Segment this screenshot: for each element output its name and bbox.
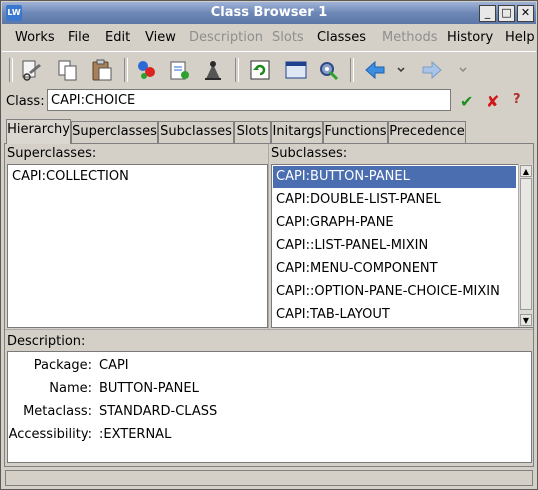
- description-value: BUTTON-PANEL: [99, 381, 199, 396]
- tab-functions[interactable]: Functions: [323, 121, 388, 143]
- forward-menu-icon[interactable]: [457, 58, 469, 82]
- description-key: Name:: [49, 381, 92, 396]
- superclasses-label: Superclasses:: [7, 146, 97, 161]
- tab-slots[interactable]: Slots: [234, 121, 271, 143]
- menu-help[interactable]: Help: [505, 30, 535, 45]
- menu-methods[interactable]: Methods: [382, 30, 438, 45]
- toolbar: [2, 52, 536, 86]
- refresh-icon[interactable]: [248, 58, 272, 82]
- window-title: Class Browser 1: [210, 5, 328, 20]
- toolbar-separator: [235, 58, 239, 82]
- minimize-button[interactable]: _: [479, 5, 496, 22]
- class-browser-window: LW Class Browser 1 _ □ ✕ Works File Edit…: [0, 0, 538, 490]
- subclasses-label: Subclasses:: [271, 146, 348, 161]
- ok-check-icon[interactable]: ✔: [460, 92, 473, 111]
- tab-initargs[interactable]: Initargs: [271, 121, 323, 143]
- list-item-selected[interactable]: CAPI:BUTTON-PANEL: [273, 166, 516, 188]
- list-item[interactable]: CAPI:MENU-COMPONENT: [276, 258, 438, 280]
- subclasses-list[interactable]: CAPI:BUTTON-PANEL CAPI:DOUBLE-LIST-PANEL…: [271, 164, 533, 328]
- inspect-icon[interactable]: [135, 58, 159, 82]
- description-key: Metaclass:: [23, 404, 92, 419]
- menu-works[interactable]: Works: [15, 30, 55, 45]
- maximize-button[interactable]: □: [498, 5, 515, 22]
- cancel-cross-icon[interactable]: ✘: [486, 92, 499, 111]
- scrollbar-thumb[interactable]: [520, 178, 532, 310]
- forward-icon[interactable]: [420, 58, 444, 82]
- menu-description[interactable]: Description: [189, 30, 263, 45]
- menu-history[interactable]: History: [447, 30, 493, 45]
- menu-slots[interactable]: Slots: [272, 30, 304, 45]
- window-icon[interactable]: [284, 58, 308, 82]
- listener-icon[interactable]: [168, 58, 192, 82]
- description-key: Accessibility:: [8, 427, 92, 442]
- scroll-down-icon[interactable]: ▼: [520, 314, 532, 326]
- back-icon[interactable]: [363, 58, 387, 82]
- help-icon[interactable]: ?: [513, 92, 521, 107]
- list-item[interactable]: CAPI:COLLECTION: [12, 166, 129, 188]
- subclasses-scrollbar[interactable]: ▲ ▼: [518, 164, 533, 327]
- class-label: Class:: [6, 94, 45, 109]
- superclasses-list[interactable]: CAPI:COLLECTION: [7, 164, 268, 328]
- status-bar: [5, 470, 533, 486]
- tab-subclasses[interactable]: Subclasses: [158, 121, 234, 143]
- horizontal-splitter[interactable]: [5, 329, 533, 333]
- description-value: CAPI: [99, 358, 129, 373]
- toolbar-grip: [9, 58, 13, 82]
- menu-file[interactable]: File: [68, 30, 90, 45]
- copy-icon[interactable]: [56, 58, 80, 82]
- title-bar[interactable]: LW Class Browser 1 _ □ ✕: [2, 2, 536, 24]
- list-item[interactable]: CAPI:GRAPH-PANE: [276, 212, 394, 234]
- description-pane: Package: CAPI Name: BUTTON-PANEL Metacla…: [7, 351, 532, 463]
- tab-superclasses[interactable]: Superclasses: [71, 121, 158, 143]
- close-button[interactable]: ✕: [517, 5, 534, 22]
- tools-icon[interactable]: [316, 58, 340, 82]
- list-item[interactable]: CAPI::OPTION-PANE-CHOICE-MIXIN: [276, 281, 500, 303]
- paste-icon[interactable]: [90, 58, 114, 82]
- menu-edit[interactable]: Edit: [105, 30, 130, 45]
- tab-hierarchy[interactable]: Hierarchy: [6, 119, 71, 144]
- description-value: STANDARD-CLASS: [99, 404, 218, 419]
- description-label: Description:: [7, 334, 86, 349]
- class-input[interactable]: [47, 89, 451, 111]
- description-key: Package:: [33, 358, 92, 373]
- toolbar-separator: [124, 58, 128, 82]
- list-item[interactable]: CAPI:TAB-LAYOUT: [276, 304, 390, 326]
- list-item[interactable]: CAPI:DOUBLE-LIST-PANEL: [276, 189, 441, 211]
- scroll-up-icon[interactable]: ▲: [520, 165, 532, 177]
- list-item[interactable]: CAPI::LIST-PANEL-MIXIN: [276, 235, 428, 257]
- menu-bar: Works File Edit View Description Slots C…: [2, 26, 536, 50]
- cut-icon[interactable]: [19, 58, 43, 82]
- menu-view[interactable]: View: [145, 30, 176, 45]
- description-value: :EXTERNAL: [99, 427, 172, 442]
- toolbar-separator: [350, 58, 354, 82]
- tab-precedence[interactable]: Precedence: [388, 121, 466, 143]
- debug-icon[interactable]: [201, 58, 225, 82]
- menu-classes[interactable]: Classes: [317, 30, 366, 45]
- back-menu-icon[interactable]: [395, 58, 407, 82]
